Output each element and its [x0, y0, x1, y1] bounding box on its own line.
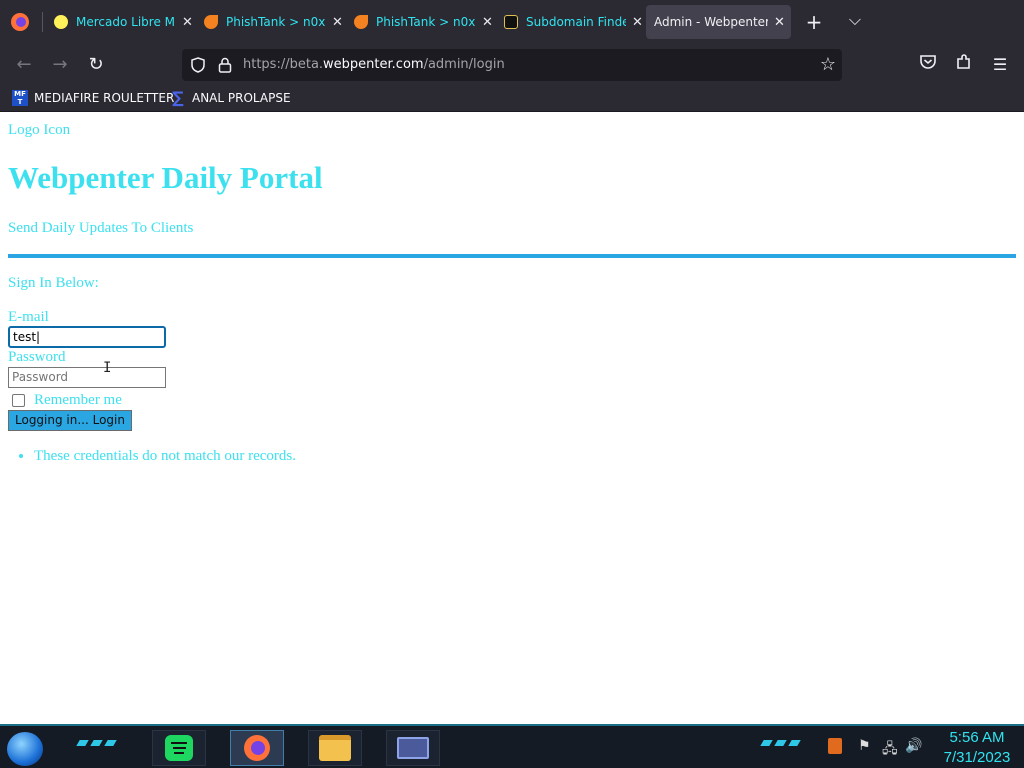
logo-alt-text: Logo Icon [8, 122, 71, 138]
page-content: Logo Icon Webpenter Daily Portal Send Da… [0, 113, 1024, 724]
clock-time: 5:56 AM [949, 729, 1005, 746]
tab-title: PhishTank > n0xE [376, 15, 476, 29]
error-message: These credentials do not match our recor… [34, 448, 296, 465]
back-arrow-icon[interactable]: ← [12, 53, 36, 77]
password-label: Password [8, 349, 66, 365]
tab-title: PhishTank > n0x0 [226, 15, 326, 29]
tab-title: Subdomain Finde [526, 15, 626, 29]
email-label: E-mail [8, 309, 49, 325]
close-icon[interactable]: ✕ [182, 15, 193, 30]
text-cursor-icon: I [103, 360, 112, 376]
file-manager-icon [319, 735, 351, 761]
close-icon[interactable]: ✕ [774, 15, 785, 30]
taskbar-spotify[interactable] [152, 730, 206, 766]
forward-arrow-icon[interactable]: → [48, 53, 72, 77]
error-list: These credentials do not match our recor… [34, 448, 296, 465]
bookmarks-toolbar: MF T MEDIAFIRE ROULETTER ∑ ANAL PROLAPSE [0, 86, 1024, 112]
window-icon [397, 737, 429, 759]
chevron-down-icon[interactable]: ⌵ [843, 10, 867, 30]
decor-stripe [760, 740, 773, 746]
close-icon[interactable]: ✕ [332, 15, 343, 30]
email-value: test [13, 330, 37, 344]
decor-stripe [76, 740, 89, 746]
close-icon[interactable]: ✕ [482, 15, 493, 30]
decor-stripe [104, 740, 117, 746]
network-icon[interactable]: 🖧 [882, 738, 898, 762]
java-update-icon[interactable] [828, 738, 842, 754]
tab-title: Admin - Webpenter D [654, 15, 768, 29]
extensions-icon[interactable] [952, 53, 976, 77]
divider [8, 254, 1016, 258]
close-icon[interactable]: ✕ [632, 15, 643, 30]
subdomain-finder-icon [504, 15, 518, 29]
login-button[interactable]: Logging in... Login [8, 410, 132, 431]
pocket-icon[interactable] [916, 53, 940, 77]
tab-admin-webpenter[interactable]: Admin - Webpenter D ✕ [646, 5, 791, 39]
decor-stripe [788, 740, 801, 746]
action-center-flag-icon[interactable]: ⚑ [858, 738, 871, 754]
password-placeholder: Password [12, 370, 69, 384]
mediafire-icon: MF T [12, 90, 28, 106]
system-clock[interactable]: 5:56 AM 7/31/2023 [935, 728, 1019, 768]
remember-me-row[interactable]: Remember me [12, 392, 122, 409]
tab-title: Mercado Libre M [76, 15, 175, 29]
page-subtitle: Send Daily Updates To Clients [8, 220, 194, 236]
bookmark-label: MEDIAFIRE ROULETTER [34, 91, 175, 105]
tab-separator [42, 12, 43, 32]
shield-icon[interactable] [190, 57, 206, 73]
url-text[interactable]: https://beta.webpenter.com/admin/login [243, 57, 505, 72]
taskbar: ⚑ 🖧 🔊 5:56 AM 7/31/2023 [0, 724, 1024, 768]
tab-bar: Mercado Libre M ✕ PhishTank > n0x0 ✕ Phi… [0, 0, 1024, 44]
phishtank-icon [354, 15, 368, 29]
url-bar[interactable]: https://beta.webpenter.com/admin/login ☆ [182, 49, 842, 81]
volume-icon[interactable]: 🔊 [905, 738, 922, 754]
url-domain: webpenter.com [323, 57, 424, 72]
start-orb-icon[interactable] [7, 732, 43, 766]
url-scheme: https://beta. [243, 57, 324, 72]
taskbar-firefox[interactable] [230, 730, 284, 766]
sign-in-prompt: Sign In Below: [8, 275, 99, 291]
reload-icon[interactable]: ↻ [84, 53, 108, 77]
password-field[interactable]: Password [8, 367, 166, 388]
tab-subdomain-finder[interactable]: Subdomain Finde ✕ [504, 0, 644, 44]
remember-me-label: Remember me [34, 392, 122, 408]
firefox-view-icon[interactable] [10, 12, 30, 32]
navigation-bar: ← → ↻ https://beta.webpenter.com/admin/l… [0, 44, 1024, 86]
email-field[interactable]: test| [8, 326, 166, 348]
spotify-icon [165, 735, 193, 761]
mercadolibre-icon [54, 15, 68, 29]
bookmark-anal-prolapse[interactable]: ∑ ANAL PROLAPSE [170, 88, 291, 107]
page-title: Webpenter Daily Portal [8, 160, 323, 195]
taskbar-window[interactable] [386, 730, 440, 766]
hamburger-menu-icon[interactable]: ☰ [988, 53, 1012, 77]
tab-phishtank-1[interactable]: PhishTank > n0x0 ✕ [204, 0, 344, 44]
lock-icon[interactable] [218, 57, 232, 73]
url-path: /admin/login [423, 57, 505, 72]
decor-stripe [90, 740, 103, 746]
remember-me-checkbox[interactable] [12, 394, 25, 407]
firefox-icon [244, 735, 270, 761]
sigma-icon: ∑ [172, 88, 184, 107]
clock-date: 7/31/2023 [943, 749, 1011, 766]
decor-stripe [774, 740, 787, 746]
new-tab-button[interactable]: + [802, 10, 826, 34]
tab-phishtank-2[interactable]: PhishTank > n0xE ✕ [354, 0, 494, 44]
taskbar-file-manager[interactable] [308, 730, 362, 766]
bookmark-mediafire[interactable]: MF T MEDIAFIRE ROULETTER [12, 90, 174, 106]
bookmark-star-icon[interactable]: ☆ [820, 54, 836, 75]
phishtank-icon [204, 15, 218, 29]
tab-mercado-libre[interactable]: Mercado Libre M ✕ [54, 0, 194, 44]
bookmark-label: ANAL PROLAPSE [192, 91, 291, 105]
